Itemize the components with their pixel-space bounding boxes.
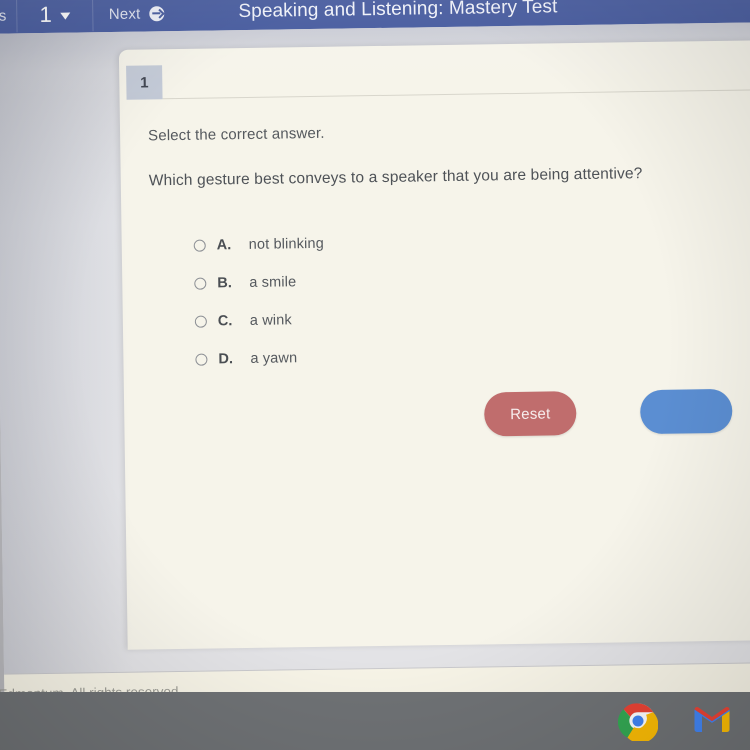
gmail-icon[interactable]: [692, 701, 732, 741]
next-button-label: Next: [108, 5, 141, 23]
action-buttons: Reset: [124, 388, 750, 442]
radio-button-d[interactable]: [195, 353, 208, 366]
option-label-b: a smile: [249, 274, 297, 291]
page-title: Speaking and Listening: Mastery Test: [238, 0, 558, 23]
photographed-screen: us 1 Next Speaking and Listening: Master…: [0, 0, 750, 750]
question-prompt: Select the correct answer.: [147, 124, 325, 145]
radio-button-c[interactable]: [194, 315, 207, 328]
submit-button[interactable]: [639, 388, 733, 435]
os-taskbar: [0, 692, 750, 750]
question-text: Which gesture best conveys to a speaker …: [148, 165, 643, 190]
option-letter-b: B.: [217, 275, 232, 292]
chrome-icon[interactable]: [617, 701, 659, 744]
radio-button-b[interactable]: [194, 277, 207, 290]
question-card: 1 Select the correct answer. Which gestu…: [118, 40, 750, 650]
arrow-right-circle-icon: [149, 5, 165, 21]
option-label-d: a yawn: [250, 350, 298, 367]
answer-option-d[interactable]: D. a yawn: [195, 332, 750, 378]
previous-button[interactable]: us: [0, 7, 17, 24]
option-letter-c: C.: [217, 313, 233, 330]
next-button[interactable]: Next: [93, 4, 181, 22]
chevron-down-icon[interactable]: [59, 12, 70, 20]
page-number-label: 1: [39, 1, 52, 28]
reset-button[interactable]: Reset: [483, 391, 577, 437]
option-letter-d: D.: [218, 351, 234, 368]
option-label-a: not blinking: [248, 235, 325, 253]
option-letter-a: A.: [216, 237, 232, 254]
question-number-badge: 1: [126, 65, 163, 100]
option-label-c: a wink: [249, 312, 292, 329]
radio-button-a[interactable]: [193, 239, 206, 252]
screen-surface: us 1 Next Speaking and Listening: Master…: [0, 0, 750, 714]
question-body: Select the correct answer. Which gesture…: [119, 82, 750, 379]
answer-options-list: A. not blinking B. a smile C. a wink D. …: [149, 218, 750, 379]
page-selector[interactable]: 1: [17, 1, 92, 28]
